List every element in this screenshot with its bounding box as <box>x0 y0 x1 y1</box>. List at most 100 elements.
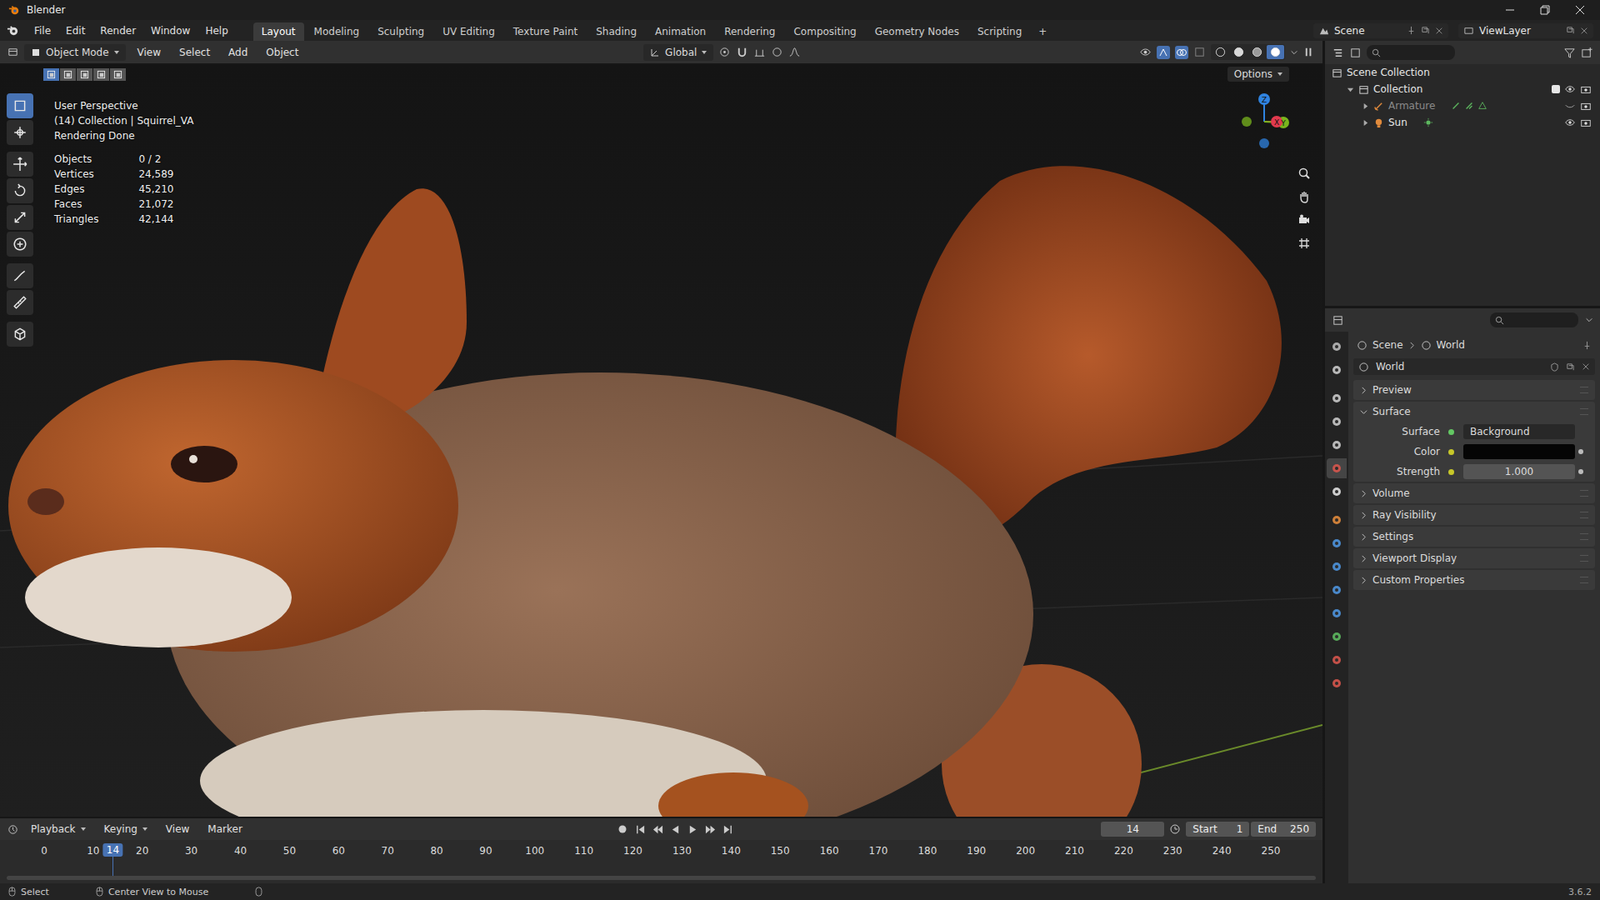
options-dropdown[interactable]: Options <box>1227 66 1290 82</box>
shader-field[interactable]: Background <box>1463 424 1575 440</box>
panel-grip[interactable] <box>1580 576 1589 584</box>
workspace-tab[interactable]: Shading <box>587 22 645 41</box>
timeline-editor-icon[interactable] <box>6 823 20 836</box>
outliner-row[interactable]: Scene Collection <box>1325 64 1600 81</box>
viewport-menu[interactable]: Add <box>221 44 255 61</box>
sidebar-toggle-icon[interactable] <box>1303 45 1316 59</box>
pose-icon[interactable] <box>1450 100 1461 111</box>
panel-header[interactable]: Volume <box>1353 483 1595 504</box>
properties-tab[interactable] <box>1326 556 1347 577</box>
start-frame-field[interactable]: Start1 <box>1185 821 1250 837</box>
collapsed-arrow-icon[interactable] <box>1361 119 1370 127</box>
color-swatch[interactable] <box>1463 444 1575 460</box>
panel-grip[interactable] <box>1580 511 1589 519</box>
current-frame-field[interactable]: 14 <box>1100 821 1165 837</box>
properties-tab[interactable] <box>1326 388 1347 409</box>
tool-button[interactable] <box>6 93 34 119</box>
snap-target-icon[interactable] <box>753 45 766 59</box>
socket-dot[interactable] <box>1448 449 1455 455</box>
tool-button[interactable] <box>6 290 34 315</box>
restore-icon[interactable] <box>1540 5 1550 15</box>
outliner-row[interactable]: Armature <box>1325 97 1600 115</box>
properties-tab[interactable] <box>1326 650 1347 670</box>
shading-button[interactable] <box>1266 45 1285 60</box>
frame-ruler[interactable]: 0102030405060708090100110120130140150160… <box>0 840 1323 876</box>
new-view-layer-icon[interactable] <box>1565 25 1575 35</box>
tool-button[interactable] <box>6 321 34 347</box>
delete-view-layer-icon[interactable] <box>1580 26 1589 35</box>
properties-tab[interactable] <box>1326 481 1347 502</box>
shading-options-icon[interactable] <box>1290 48 1299 57</box>
menu-item[interactable]: Edit <box>59 22 92 40</box>
world-browse-icon[interactable] <box>1358 361 1370 373</box>
properties-tab[interactable] <box>1326 435 1347 455</box>
tool-button[interactable] <box>6 263 34 289</box>
menu-item[interactable]: File <box>27 22 58 40</box>
workspace-tab[interactable]: Compositing <box>785 22 865 41</box>
properties-tab[interactable] <box>1326 360 1347 380</box>
falloff-icon[interactable] <box>788 45 801 59</box>
exclude-checkbox[interactable] <box>1551 85 1560 94</box>
tool-button[interactable] <box>6 231 34 257</box>
viewport-menu[interactable]: Select <box>172 44 217 61</box>
menu-item[interactable]: Window <box>144 22 197 40</box>
workspace-tab[interactable]: Scripting <box>969 22 1030 41</box>
timeline-menu[interactable]: View <box>159 820 196 838</box>
new-world-icon[interactable] <box>1565 362 1575 372</box>
eye-open-icon[interactable] <box>1564 83 1576 95</box>
add-workspace-button[interactable]: + <box>1031 22 1054 41</box>
new-collection-icon[interactable] <box>1580 46 1594 60</box>
panel-header[interactable]: Ray Visibility <box>1353 505 1595 525</box>
xray-icon[interactable] <box>1193 45 1206 59</box>
expanded-arrow-icon[interactable] <box>1346 85 1355 94</box>
scene-selector[interactable]: Scene <box>1313 23 1449 39</box>
select-mode-button[interactable] <box>110 68 126 81</box>
select-mode-button[interactable] <box>76 68 93 81</box>
shading-button[interactable] <box>1211 45 1230 60</box>
properties-tab[interactable] <box>1326 336 1347 357</box>
pan-hand-icon[interactable] <box>1297 190 1311 204</box>
select-mode-button[interactable] <box>43 68 60 81</box>
tool-button[interactable] <box>6 205 34 230</box>
workspace-tab[interactable]: Texture Paint <box>505 22 586 41</box>
next-keyframe-icon[interactable] <box>705 824 716 835</box>
pin-icon[interactable] <box>1406 25 1416 35</box>
select-mode-button[interactable] <box>60 68 76 81</box>
render-camera-icon[interactable] <box>1580 116 1592 129</box>
panel-header[interactable]: Custom Properties <box>1353 570 1595 590</box>
properties-tab[interactable] <box>1326 533 1347 554</box>
delete-scene-icon[interactable] <box>1435 26 1444 35</box>
fake-user-icon[interactable] <box>1550 362 1560 372</box>
3d-viewport[interactable]: Options User Perspective(14) Collection … <box>0 65 1323 817</box>
eye-open-icon[interactable] <box>1564 116 1576 129</box>
workspace-tab[interactable]: Geometry Nodes <box>866 22 968 41</box>
minimize-icon[interactable] <box>1505 5 1515 15</box>
playhead[interactable]: 14 <box>103 843 123 857</box>
pin-icon[interactable] <box>1582 340 1592 350</box>
keyframe-dot[interactable] <box>1578 449 1584 455</box>
properties-tab[interactable] <box>1326 673 1347 694</box>
overlays-toggle-icon[interactable] <box>1175 45 1189 60</box>
filter-icon[interactable] <box>1563 46 1576 60</box>
view-layer-selector[interactable]: ViewLayer <box>1458 23 1594 39</box>
render-camera-icon[interactable] <box>1580 100 1592 112</box>
play-reverse-icon[interactable] <box>670 824 681 835</box>
properties-tab[interactable] <box>1326 411 1347 432</box>
record-icon[interactable] <box>616 823 629 835</box>
editor-type-icon[interactable] <box>6 45 20 59</box>
pivot-icon[interactable] <box>718 45 731 59</box>
tool-button[interactable] <box>6 151 34 177</box>
panel-grip[interactable] <box>1580 533 1589 540</box>
properties-tab[interactable] <box>1326 580 1347 600</box>
workspace-tab[interactable]: Modeling <box>305 22 369 41</box>
collapsed-arrow-icon[interactable] <box>1361 102 1370 110</box>
snap-icon[interactable] <box>735 45 749 59</box>
camera-icon[interactable] <box>1297 213 1311 227</box>
unlink-world-icon[interactable] <box>1581 362 1590 371</box>
panel-header[interactable]: Preview <box>1353 380 1595 400</box>
close-icon[interactable] <box>1575 5 1585 15</box>
properties-tab[interactable] <box>1326 458 1347 479</box>
blender-menu-icon[interactable] <box>6 24 20 37</box>
viewport-menu[interactable]: Object <box>259 44 305 61</box>
eye-closed-icon[interactable] <box>1564 100 1576 112</box>
